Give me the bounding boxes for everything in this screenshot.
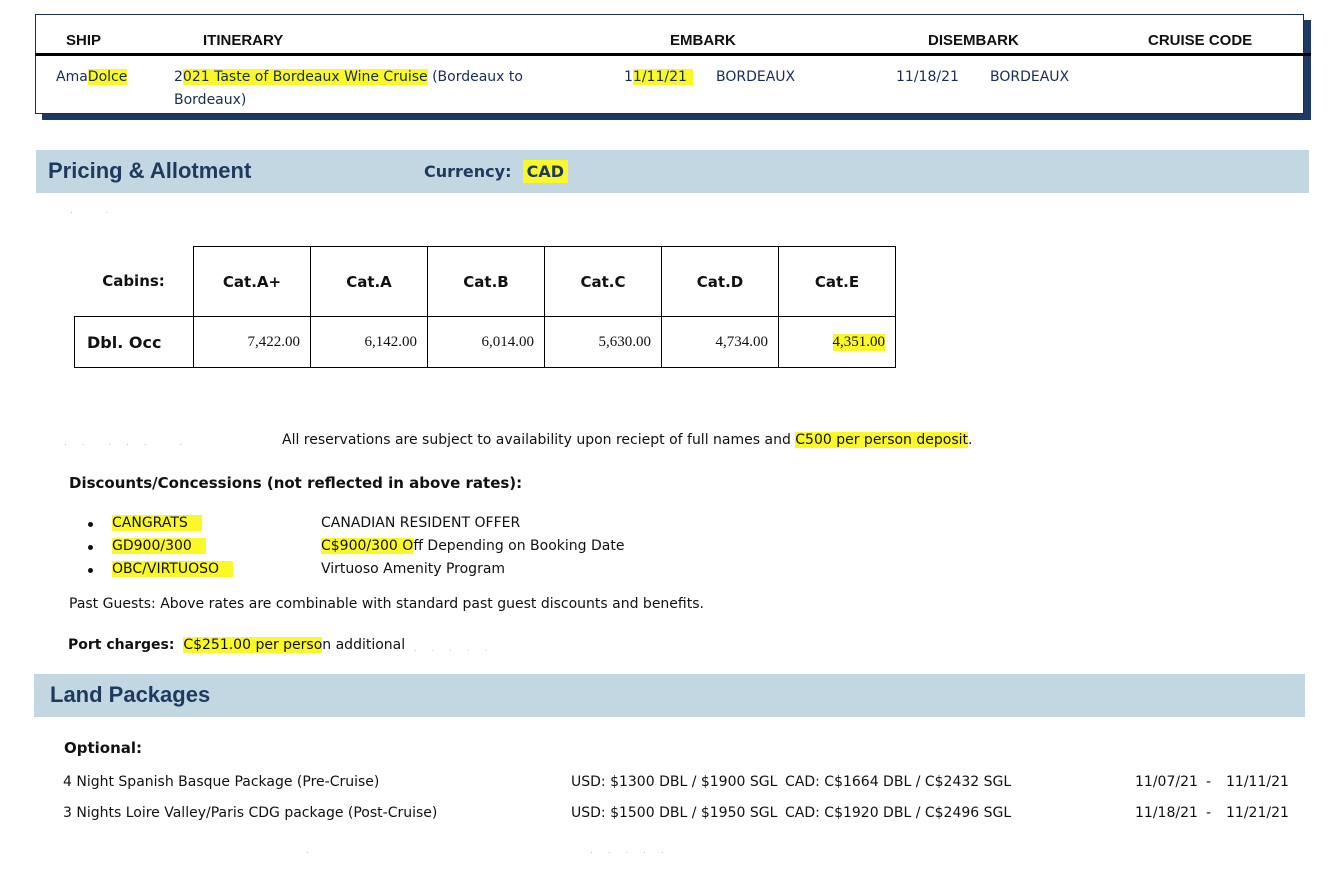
discount-code: OBC/VIRTUOSO	[112, 561, 234, 577]
faint-marks: . . . . .	[590, 846, 670, 856]
bullet-icon	[88, 545, 93, 550]
cabins-label: Cabins:	[102, 272, 165, 290]
ship-table-header-rule	[35, 53, 1311, 56]
ship-table-shadow-right	[1303, 20, 1311, 120]
port-charges: Port charges: C$251.00 per person additi…	[68, 637, 406, 653]
header-ship: SHIP	[66, 32, 102, 49]
price-cell: 4,351.00	[778, 316, 896, 368]
package-cad-price: CAD: C$1920 DBL / C$2496 SGL	[785, 805, 1012, 821]
land-section-title: Land Packages	[50, 682, 211, 707]
header-embark: EMBARK	[670, 32, 736, 49]
package-start-date: 11/18/21	[1135, 805, 1198, 821]
optional-label: Optional:	[64, 739, 143, 757]
discount-description: C$900/300 Off Depending on Booking Date	[321, 538, 625, 554]
price-cell: 5,630.00	[544, 316, 662, 368]
discount-code: GD900/300	[112, 538, 206, 554]
embark-date: 11/11/21	[624, 66, 693, 89]
header-disembark: DISEMBARK	[928, 32, 1019, 49]
category-header: Cat.B	[427, 246, 545, 317]
bullet-icon	[88, 522, 93, 527]
package-usd-price: USD: $1300 DBL / $1900 SGL	[571, 774, 778, 790]
package-date-separator: -	[1206, 805, 1212, 821]
price-cell: 7,422.00	[193, 316, 311, 368]
package-date-separator: -	[1206, 774, 1212, 790]
discount-description: CANADIAN RESIDENT OFFER	[321, 515, 521, 531]
pricing-section-title: Pricing & Allotment	[48, 158, 252, 183]
package-cad-price: CAD: C$1664 DBL / C$2432 SGL	[785, 774, 1012, 790]
package-end-date: 11/11/21	[1226, 774, 1289, 790]
price-table: Cabins: Cat.A+ Cat.A Cat.B Cat.C Cat.D Cat.E D…	[74, 246, 896, 368]
currency-value: CAD	[522, 160, 569, 183]
category-header: Cat.E	[778, 246, 896, 317]
header-cruise-code: CRUISE CODE	[1148, 32, 1253, 49]
package-name: 4 Night Spanish Basque Package (Pre-Crui…	[63, 774, 380, 790]
category-header: Cat.C	[544, 246, 662, 317]
disembark-port: BORDEAUX	[990, 69, 1070, 85]
bullet-icon	[88, 568, 93, 573]
reservation-note: All reservations are subject to availabi…	[282, 432, 973, 448]
faint-marks: . .	[70, 206, 115, 216]
faint-marks: .	[306, 846, 315, 856]
land-section-bar: Land Packages	[34, 674, 1305, 717]
package-start-date: 11/07/21	[1135, 774, 1198, 790]
past-guests-note: Past Guests: Above rates are combinable …	[69, 596, 704, 612]
currency-label: Currency: CAD	[424, 160, 569, 183]
price-cell: 6,014.00	[427, 316, 545, 368]
ship-name: AmaDolce	[56, 69, 128, 85]
disembark-date: 11/18/21	[896, 69, 959, 85]
package-name: 3 Nights Loire Valley/Paris CDG package …	[63, 805, 438, 821]
category-header: Cat.D	[661, 246, 779, 317]
category-header: Cat.A	[310, 246, 428, 317]
row-label-dbl-occ: Dbl. Occ	[74, 316, 194, 368]
package-end-date: 11/21/21	[1226, 805, 1289, 821]
discount-code: CANGRATS	[112, 515, 202, 531]
package-usd-price: USD: $1500 DBL / $1950 SGL	[571, 805, 778, 821]
pricing-section-bar: Pricing & Allotment Currency: CAD	[36, 150, 1309, 193]
category-header: Cat.A+	[193, 246, 311, 317]
itinerary-text: 2021 Taste of Bordeaux Wine Cruise (Bord…	[174, 69, 523, 108]
faint-marks: . . . . . .	[396, 644, 494, 654]
price-cell: 4,734.00	[661, 316, 779, 368]
discount-description: Virtuoso Amenity Program	[321, 561, 506, 577]
embark-port: BORDEAUX	[716, 69, 796, 85]
discounts-title: Discounts/Concessions (not reflected in …	[69, 474, 523, 492]
header-itinerary: ITINERARY	[203, 32, 284, 49]
price-cell: 6,142.00	[310, 316, 428, 368]
faint-marks: . . . . . .	[64, 438, 189, 448]
